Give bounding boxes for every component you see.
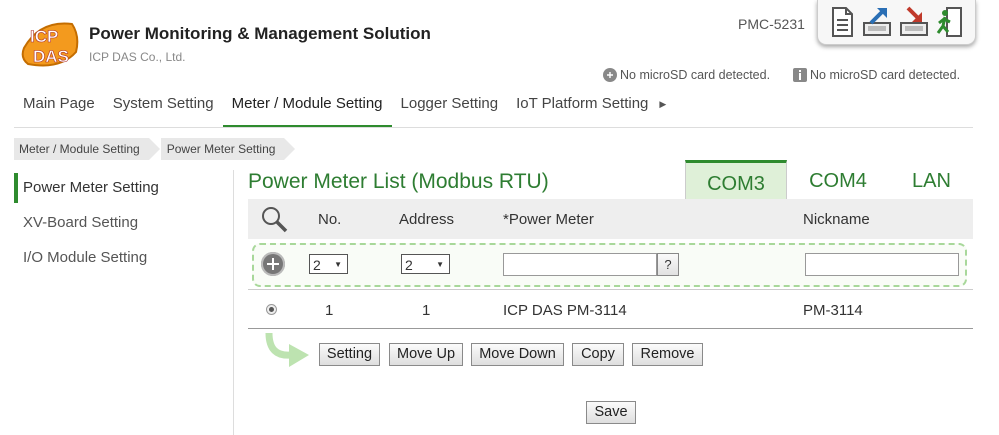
row-address: 1 [422,302,431,319]
nickname-input[interactable] [805,253,959,276]
column-header-no: No. [318,211,342,228]
move-up-button[interactable]: Move Up [389,343,463,366]
info-icon [793,68,807,82]
address-select-value: 2 [405,257,413,273]
add-icon[interactable] [261,252,285,276]
sidebar-item-xv-board-setting[interactable]: XV-Board Setting [14,208,223,238]
row-select-radio[interactable] [266,304,277,315]
row-divider-top [248,289,973,290]
column-header-nickname: Nickname [803,211,870,228]
logo-text-bottom: DAS [33,47,69,66]
no-select[interactable]: 2 ▼ [309,254,348,274]
page-title: Power Meter List (Modbus RTU) [248,170,549,193]
tab-com3[interactable]: COM3 [685,160,787,201]
nav-iot-platform-setting[interactable]: IoT Platform Setting [507,87,657,128]
row-nickname: PM-3114 [803,302,863,319]
document-icon[interactable] [826,5,858,39]
nav-meter-module-setting[interactable]: Meter / Module Setting [222,87,392,128]
no-select-value: 2 [313,257,321,273]
breadcrumb: Meter / Module Setting Power Meter Setti… [14,138,296,160]
row-power-meter: ICP DAS PM-3114 [503,302,627,319]
nav-more-arrow-icon[interactable]: ▶ [657,87,666,127]
nav-main-page[interactable]: Main Page [14,87,104,128]
sidebar-divider [233,170,234,435]
chevron-down-icon: ▼ [436,260,444,269]
setting-button[interactable]: Setting [319,343,380,366]
sd-status-text-1: No microSD card detected. [620,68,771,82]
power-meter-help-button[interactable]: ? [657,253,679,276]
sidebar-item-io-module-setting[interactable]: I/O Module Setting [14,243,223,273]
tab-lan[interactable]: LAN [890,160,973,198]
search-icon[interactable] [260,205,288,233]
power-meter-input[interactable] [503,253,657,276]
download-icon[interactable] [898,5,930,39]
copy-button[interactable]: Copy [572,343,624,366]
remove-button[interactable]: Remove [632,343,703,366]
breadcrumb-meter-module-setting[interactable]: Meter / Module Setting [14,138,160,160]
microsd-icon [603,68,617,82]
column-header-power-meter: *Power Meter [503,211,594,228]
toolbar [817,0,976,45]
company-name: ICP DAS Co., Ltd. [89,50,186,64]
logout-icon[interactable] [934,5,966,39]
row-no: 1 [325,302,334,319]
logo-text-top: ICP [30,27,58,46]
nav-system-setting[interactable]: System Setting [104,87,223,128]
upload-icon[interactable] [861,5,893,39]
chevron-down-icon: ▼ [334,260,342,269]
nav-logger-setting[interactable]: Logger Setting [392,87,508,128]
sd-status-text-2: No microSD card detected. [810,68,961,82]
app-title: Power Monitoring & Management Solution [89,24,431,43]
save-button[interactable]: Save [586,401,636,424]
table-header: No. Address *Power Meter Nickname [248,199,973,239]
address-select[interactable]: 2 ▼ [401,254,450,274]
breadcrumb-power-meter-setting[interactable]: Power Meter Setting [160,138,296,160]
main-nav: Main Page System Setting Meter / Module … [14,87,666,128]
icpdas-logo: ICP DAS [21,22,79,67]
row-divider-bottom [248,328,973,329]
column-header-address: Address [399,211,455,228]
sd-status-1: No microSD card detected. [602,67,770,83]
sidebar-item-power-meter-setting[interactable]: Power Meter Setting [14,173,223,203]
sd-status-2: No microSD card detected. [792,67,960,83]
tab-com4[interactable]: COM4 [788,160,888,198]
curved-arrow-icon [265,332,309,367]
nav-divider [14,127,973,128]
device-model: PMC-5231 [738,16,805,32]
move-down-button[interactable]: Move Down [471,343,564,366]
